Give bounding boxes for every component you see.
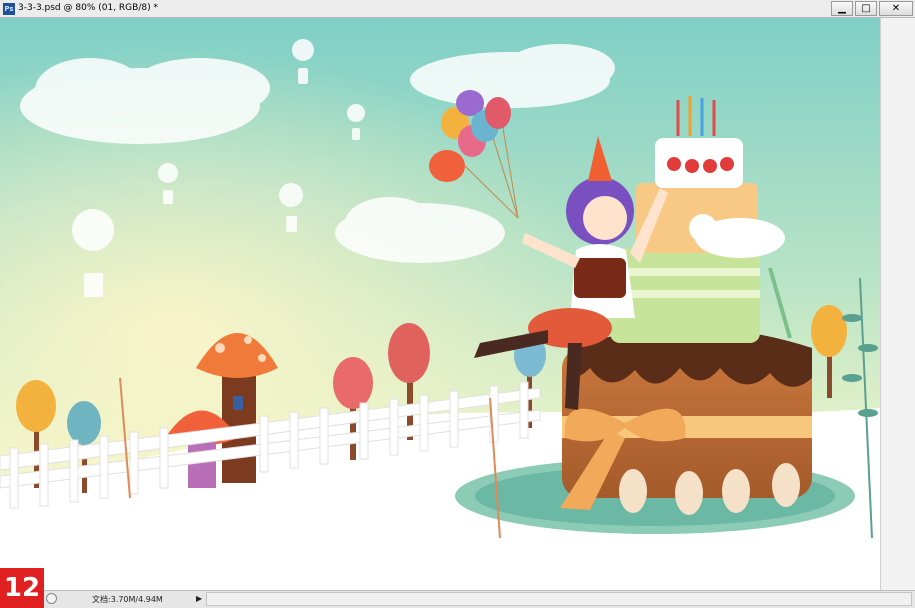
status-menu-icon[interactable] <box>46 593 57 604</box>
document-title-bar[interactable]: Ps 3-3-3.psd @ 80% (01, RGB/8) * ▁ □ ✕ <box>0 0 915 18</box>
document-canvas[interactable] <box>0 18 915 590</box>
close-button[interactable]: ✕ <box>879 1 913 16</box>
minimize-button[interactable]: ▁ <box>831 1 853 16</box>
document-title: 3-3-3.psd @ 80% (01, RGB/8) * <box>18 3 158 13</box>
horizontal-scrollbar[interactable] <box>206 592 912 606</box>
photoshop-icon: Ps <box>3 3 15 15</box>
artwork-illustration <box>0 18 880 590</box>
document-size-info[interactable]: 文档:3.70M/4.94M <box>92 594 163 605</box>
maximize-button[interactable]: □ <box>855 1 877 16</box>
canvas-right-margin <box>880 18 915 590</box>
step-number-badge: 12 <box>0 568 44 608</box>
status-menu-arrow-icon[interactable]: ▶ <box>196 594 202 603</box>
